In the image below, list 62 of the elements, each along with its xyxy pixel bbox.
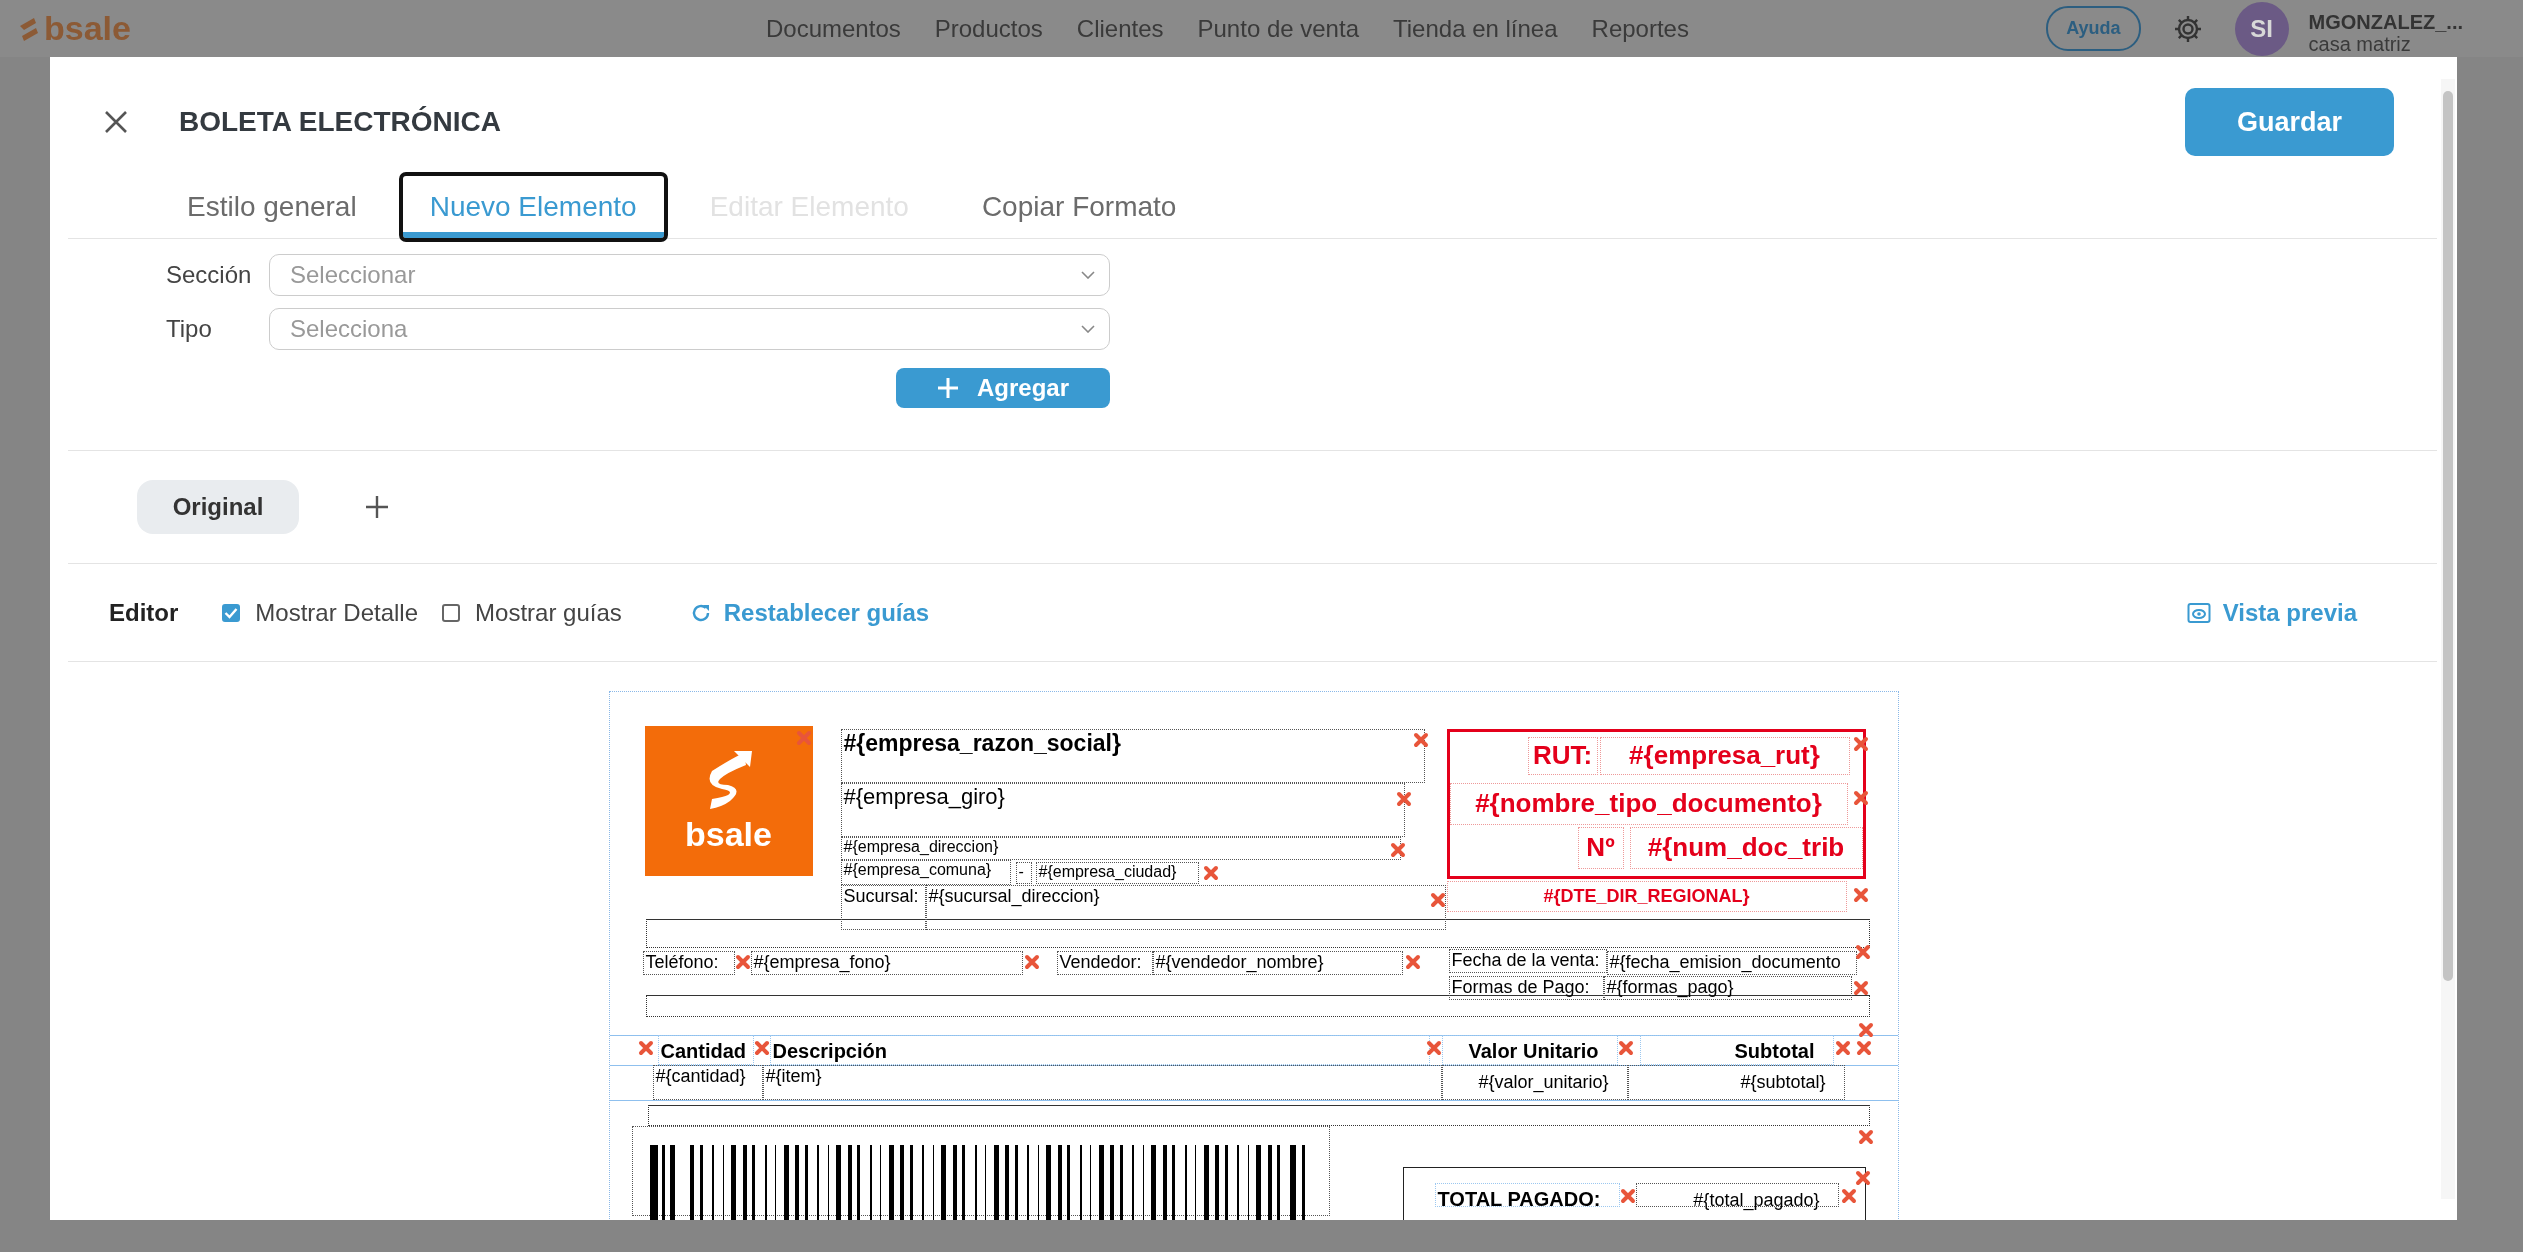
template-field[interactable]: #{empresa_ciudad} [1035, 862, 1199, 884]
template-field[interactable]: #{empresa_giro} [840, 783, 1405, 837]
template-field[interactable]: #{empresa_fono} [750, 951, 1023, 975]
scrollbar[interactable] [2441, 79, 2455, 1199]
template-field[interactable]: #{nombre_tipo_documento} [1449, 783, 1848, 825]
template-field[interactable]: Sucursal: [840, 885, 926, 930]
avatar[interactable]: SI [2234, 1, 2289, 56]
settings-icon[interactable] [2172, 13, 2203, 44]
tab[interactable]: Copiar Formato [954, 176, 1204, 238]
delete-icon[interactable] [1854, 944, 1871, 960]
logo-text: bsale [44, 9, 131, 48]
template-field[interactable]: #{DTE_DIR_REGIONAL} [1446, 881, 1847, 912]
chevron-icon [1081, 271, 1095, 279]
template-field[interactable]: #{empresa_comuna} [840, 860, 1011, 885]
plus-icon[interactable] [365, 495, 389, 519]
template-field[interactable]: #{valor_unitario} [1441, 1065, 1628, 1100]
user-name: MGONZALEZ_... [2308, 10, 2463, 33]
eye-icon [2186, 601, 2211, 624]
branch-name: casa matriz [2308, 32, 2412, 55]
template-field[interactable]: #{item} [762, 1065, 1442, 1100]
delete-icon[interactable] [1429, 892, 1446, 908]
delete-icon[interactable] [1854, 1170, 1871, 1186]
logo-text: bsale [685, 814, 772, 854]
checkbox-label: Mostrar guías [475, 598, 622, 627]
template-field[interactable]: Teléfono: [642, 951, 735, 975]
close-icon[interactable] [103, 109, 129, 135]
template-field[interactable]: #{fecha_emision_documento [1606, 951, 1857, 975]
template-field[interactable]: #{empresa_razon_social} [840, 729, 1425, 783]
chevron-icon [1081, 325, 1095, 333]
field-label: Sección [166, 261, 253, 289]
plus-icon [937, 377, 959, 399]
template-field[interactable]: - [1015, 862, 1032, 884]
checkbox-label: Mostrar Detalle [255, 598, 419, 627]
template-field[interactable]: #{num_doc_trib [1629, 827, 1863, 869]
template-field[interactable]: #{empresa_rut} [1599, 737, 1850, 775]
template-field[interactable]: #{sucursal_direccion} [925, 885, 1446, 930]
field-label: Tipo [166, 315, 213, 343]
template-field[interactable]: RUT: [1527, 737, 1598, 775]
template-field[interactable]: Cantidad [657, 1035, 754, 1065]
dialog-title: BOLETA ELECTRÓNICA [179, 106, 501, 138]
tab[interactable]: Estilo general [160, 176, 384, 238]
delete-icon[interactable] [734, 954, 751, 970]
template-field[interactable]: Valor Unitario [1441, 1035, 1618, 1065]
check-icon [224, 606, 239, 619]
delete-icon[interactable] [1852, 980, 1869, 996]
template-field[interactable]: #{empresa_direccion} [840, 837, 1401, 860]
template-field[interactable]: Formas de Pago: [1448, 976, 1604, 1000]
template-field[interactable]: #{cantidad} [652, 1065, 763, 1100]
checkbox[interactable] [442, 603, 461, 622]
template-field[interactable]: Descripción [769, 1035, 1430, 1065]
template-field[interactable]: Fecha de la venta: [1448, 949, 1607, 973]
template-field[interactable]: Nº [1577, 827, 1624, 869]
template-field[interactable]: Subtotal [1639, 1035, 1834, 1065]
template-field[interactable]: #{vendedor_nombre} [1152, 951, 1403, 975]
template-field[interactable]: #{subtotal} [1627, 1065, 1845, 1100]
editor-label: Editor [109, 598, 179, 627]
template-field[interactable]: TOTAL PAGADO: [1434, 1183, 1620, 1207]
scrollbar-thumb[interactable] [2443, 91, 2453, 981]
checkbox[interactable] [222, 603, 241, 622]
template-field[interactable]: #{formas_pago} [1603, 976, 1852, 1000]
version-tab[interactable]: Original [137, 480, 299, 534]
template-field[interactable]: Vendedor: [1056, 951, 1153, 975]
